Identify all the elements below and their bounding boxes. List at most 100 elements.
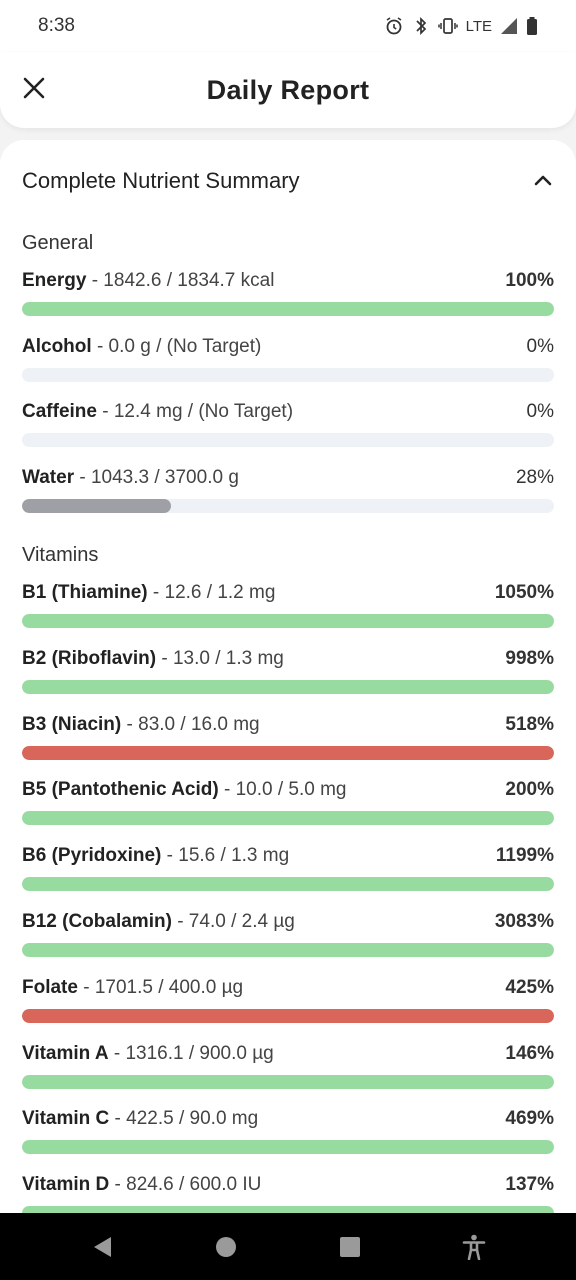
nutrient-row-text: Vitamin D - 824.6 / 600.0 IU 137%	[22, 1172, 554, 1198]
progress-bar	[22, 367, 554, 382]
nutrient-percent: 146%	[505, 1042, 554, 1064]
nutrient-row-text: B6 (Pyridoxine) - 15.6 / 1.3 mg 1199%	[22, 843, 554, 869]
progress-bar-fill	[22, 1008, 554, 1023]
nutrient-name: Vitamin C	[22, 1108, 110, 1130]
group-title-general: General	[22, 232, 94, 254]
group-title-vitamins: Vitamins	[22, 544, 99, 566]
nutrient-name: Folate	[22, 976, 78, 998]
nutrient-row: B3 (Niacin) - 83.0 / 16.0 mg 518%	[22, 712, 554, 772]
nutrient-name: Water	[22, 466, 75, 488]
home-icon	[216, 1236, 236, 1257]
nutrient-values: - 824.6 / 600.0 IU	[109, 1174, 262, 1196]
progress-bar-fill	[22, 811, 554, 826]
nutrient-label: Vitamin D - 824.6 / 600.0 IU	[22, 1174, 261, 1196]
nutrient-values: - 1043.3 / 3700.0 g	[74, 466, 239, 488]
nutrient-values: - 12.6 / 1.2 mg	[147, 582, 276, 603]
nutrient-row: B12 (Cobalamin) - 74.0 / 2.4 µg 3083%	[22, 909, 554, 969]
nutrient-row-text: Energy - 1842.6 / 1834.7 kcal 100%	[22, 268, 554, 294]
nav-recents-button[interactable]	[330, 1227, 370, 1267]
nutrient-name: Alcohol	[22, 335, 92, 357]
nutrient-label: Vitamin C - 422.5 / 90.0 mg	[22, 1108, 258, 1130]
nutrient-row-text: Vitamin C - 422.5 / 90.0 mg 469%	[22, 1106, 554, 1132]
nutrient-row: B1 (Thiamine) - 12.6 / 1.2 mg 1050%	[22, 580, 554, 640]
nutrient-row: Energy - 1842.6 / 1834.7 kcal 100%	[22, 268, 554, 328]
nutrient-label: Folate - 1701.5 / 400.0 µg	[22, 977, 243, 999]
nutrient-name: B2 (Riboflavin)	[22, 647, 157, 669]
nutrient-row-text: Alcohol - 0.0 g / (No Target) 0%	[22, 334, 554, 360]
nutrient-label: B12 (Cobalamin) - 74.0 / 2.4 µg	[22, 911, 295, 933]
nutrient-row: Vitamin C - 422.5 / 90.0 mg 469%	[22, 1106, 554, 1166]
nutrient-percent: 0%	[526, 335, 554, 357]
battery-icon	[527, 17, 537, 35]
nutrient-row: Water - 1043.3 / 3700.0 g 28%	[22, 465, 554, 525]
nutrient-values: - 422.5 / 90.0 mg	[109, 1108, 259, 1130]
progress-bar-fill	[22, 679, 554, 694]
nav-home-button[interactable]	[206, 1227, 246, 1267]
nutrient-name: Caffeine	[22, 401, 97, 422]
progress-bar-fill	[22, 1074, 554, 1089]
progress-bar-fill	[22, 302, 554, 316]
nutrient-percent: 998%	[505, 647, 554, 669]
nutrient-percent: 518%	[505, 713, 554, 735]
nutrient-row: B6 (Pyridoxine) - 15.6 / 1.3 mg 1199%	[22, 843, 554, 903]
nutrient-label: B3 (Niacin) - 83.0 / 16.0 mg	[22, 714, 260, 736]
progress-bar	[22, 1140, 554, 1155]
nutrient-row-text: B3 (Niacin) - 83.0 / 16.0 mg 518%	[22, 712, 554, 738]
progress-bar	[22, 943, 554, 957]
nutrient-row: B2 (Riboflavin) - 13.0 / 1.3 mg 998%	[22, 646, 554, 706]
nav-back-button[interactable]	[82, 1227, 122, 1267]
nutrient-row-text: B2 (Riboflavin) - 13.0 / 1.3 mg 998%	[22, 646, 554, 672]
section-title: Complete Nutrient Summary	[22, 168, 300, 193]
nutrient-name: B1 (Thiamine)	[22, 582, 148, 603]
progress-bar-fill	[22, 614, 554, 628]
close-button[interactable]	[20, 74, 48, 102]
nutrient-label: B6 (Pyridoxine) - 15.6 / 1.3 mg	[22, 845, 289, 867]
bluetooth-icon	[415, 16, 426, 36]
nutrient-values: - 1701.5 / 400.0 µg	[77, 976, 244, 998]
nutrient-row-text: Vitamin A - 1316.1 / 900.0 µg 146%	[22, 1041, 554, 1067]
nutrient-name: Vitamin A	[22, 1042, 109, 1064]
nutrient-summary-toggle[interactable]: Complete Nutrient Summary	[22, 162, 554, 200]
nutrient-label: B2 (Riboflavin) - 13.0 / 1.3 mg	[22, 648, 284, 670]
progress-bar	[22, 877, 554, 892]
progress-bar-fill	[22, 877, 554, 892]
progress-bar	[22, 811, 554, 826]
nutrient-percent: 0%	[526, 401, 554, 422]
nutrient-label: B1 (Thiamine) - 12.6 / 1.2 mg	[22, 582, 275, 604]
nutrient-name: Vitamin D	[22, 1174, 110, 1196]
nutrient-row: Caffeine - 12.4 mg / (No Target) 0%	[22, 399, 554, 459]
nutrient-name: B12 (Cobalamin)	[22, 911, 172, 932]
chevron-up-icon	[534, 175, 552, 186]
nutrient-label: Alcohol - 0.0 g / (No Target)	[22, 336, 261, 358]
alarm-icon	[386, 17, 402, 35]
nutrient-row-text: Folate - 1701.5 / 400.0 µg 425%	[22, 975, 554, 1001]
nutrient-percent: 425%	[505, 976, 554, 998]
network-label: LTE	[465, 17, 492, 35]
nutrient-name: B6 (Pyridoxine)	[22, 845, 162, 867]
nutrient-values: - 12.4 mg / (No Target)	[96, 401, 294, 422]
progress-bar	[22, 614, 554, 628]
nav-accessibility-button[interactable]	[454, 1227, 494, 1267]
nutrient-label: Caffeine - 12.4 mg / (No Target)	[22, 401, 293, 423]
progress-bar-fill	[22, 498, 171, 513]
nutrient-row-text: Water - 1043.3 / 3700.0 g 28%	[22, 465, 554, 491]
nutrient-row: Vitamin A - 1316.1 / 900.0 µg 146%	[22, 1041, 554, 1101]
accessibility-icon	[462, 1234, 486, 1260]
nutrient-label: Vitamin A - 1316.1 / 900.0 µg	[22, 1043, 274, 1065]
nutrient-values: - 1842.6 / 1834.7 kcal	[86, 270, 275, 291]
nutrient-name: B5 (Pantothenic Acid)	[22, 779, 219, 801]
nutrient-summary-card: Complete Nutrient Summary General Vitami…	[0, 140, 576, 1220]
progress-bar	[22, 433, 554, 447]
nutrient-row: B5 (Pantothenic Acid) - 10.0 / 5.0 mg 200…	[22, 777, 554, 837]
nutrient-values: - 0.0 g / (No Target)	[91, 335, 262, 357]
nutrient-row-text: B5 (Pantothenic Acid) - 10.0 / 5.0 mg 200…	[22, 777, 554, 803]
nutrient-values: - 15.6 / 1.3 mg	[161, 845, 290, 867]
nutrient-values: - 83.0 / 16.0 mg	[121, 713, 260, 735]
vibrate-icon	[437, 18, 458, 34]
nutrient-values: - 10.0 / 5.0 mg	[218, 779, 347, 801]
progress-bar-fill	[22, 943, 554, 957]
nutrient-values: - 1316.1 / 900.0 µg	[108, 1042, 274, 1064]
nutrient-percent: 3083%	[494, 911, 554, 932]
back-icon	[94, 1236, 111, 1257]
recents-icon	[340, 1236, 360, 1257]
